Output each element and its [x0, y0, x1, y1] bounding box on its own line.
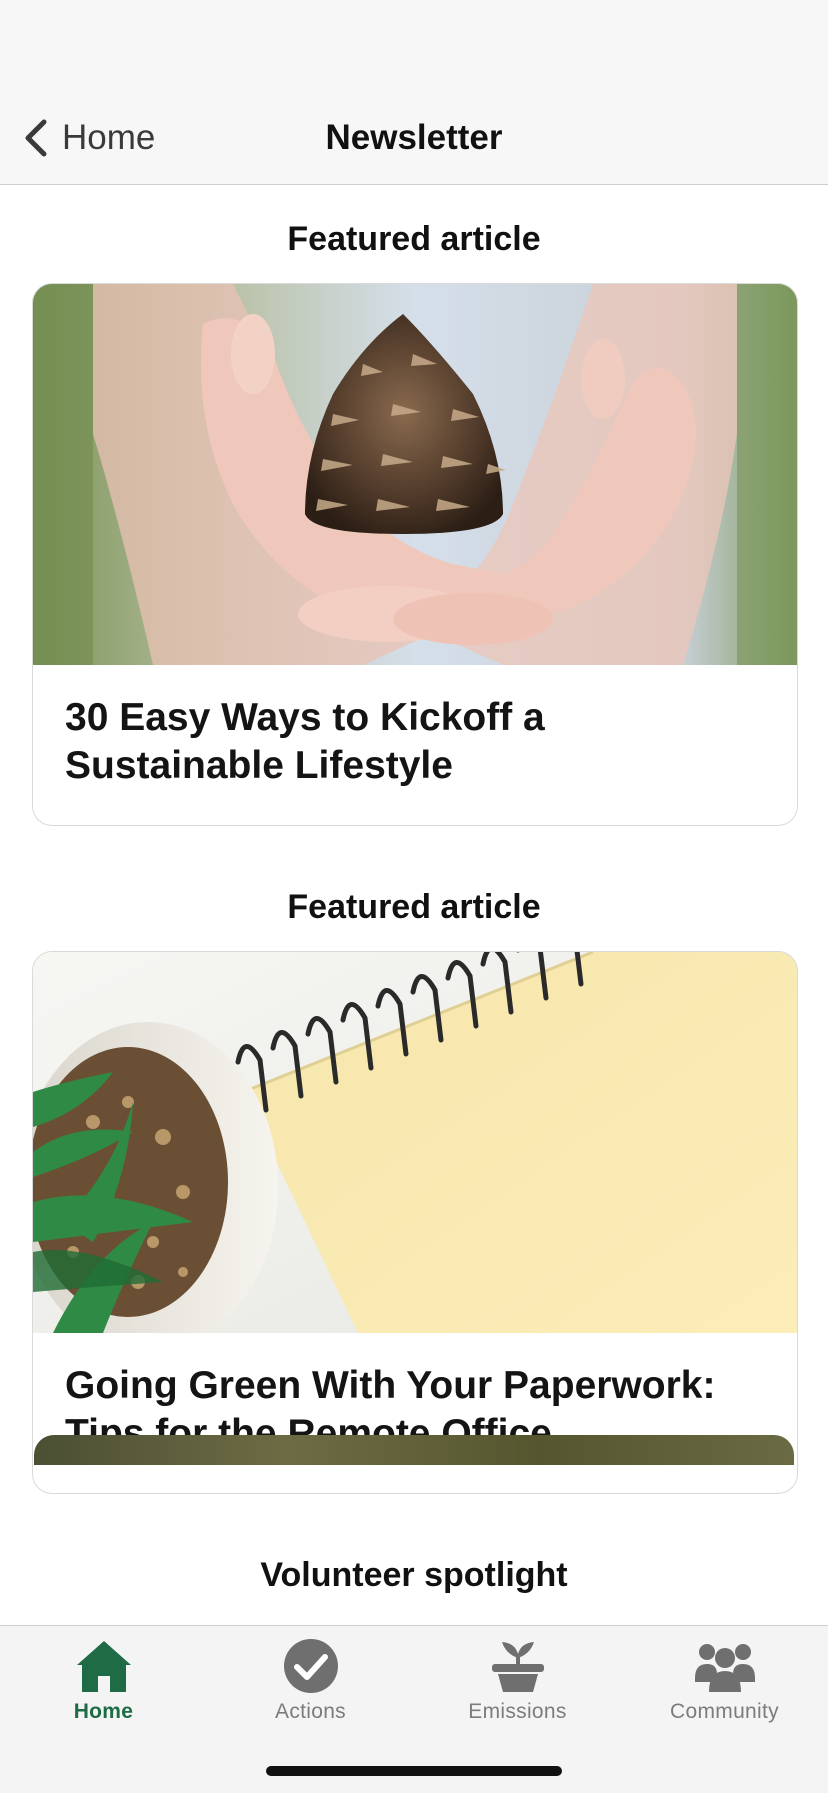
- volunteer-spotlight-image-preview[interactable]: [34, 1435, 794, 1465]
- tab-community[interactable]: Community: [621, 1638, 828, 1733]
- tab-label: Emissions: [468, 1700, 567, 1723]
- navigation-bar: Home Newsletter: [0, 90, 828, 185]
- people-group-icon: [694, 1644, 755, 1692]
- tab-label: Actions: [275, 1700, 346, 1723]
- tab-home[interactable]: Home: [0, 1638, 207, 1733]
- checkmark-circle-icon: [283, 1639, 338, 1693]
- article-image-notepad: [33, 952, 797, 1333]
- tab-actions[interactable]: Actions: [207, 1638, 414, 1733]
- page-title: Newsletter: [325, 118, 503, 157]
- tab-label: Community: [670, 1700, 779, 1723]
- article-image-pinecone: [33, 284, 797, 665]
- section-heading-volunteer: Volunteer spotlight: [260, 1556, 568, 1594]
- tab-label: Home: [73, 1700, 134, 1723]
- status-bar: [0, 0, 828, 90]
- home-indicator: [266, 1766, 562, 1776]
- tab-emissions[interactable]: Emissions: [414, 1638, 621, 1733]
- section-heading-featured-2: Featured article: [287, 888, 541, 926]
- home-icon: [76, 1641, 131, 1692]
- notepad-succulent-image: [33, 952, 797, 1333]
- article-card-paperwork[interactable]: Going Green With Your Paperwork: Tips fo…: [32, 951, 798, 1494]
- plant-pot-icon: [491, 1642, 544, 1692]
- article-title: 30 Easy Ways to Kickoff a Sustainable Li…: [65, 696, 545, 787]
- pinecone-hands-image: [33, 284, 797, 665]
- newsletter-feed[interactable]: Featured article 30 Easy Ways to Kickoff…: [0, 185, 828, 1625]
- section-heading-featured-1: Featured article: [287, 220, 541, 258]
- article-card-sustainable-lifestyle[interactable]: 30 Easy Ways to Kickoff a Sustainable Li…: [32, 283, 798, 826]
